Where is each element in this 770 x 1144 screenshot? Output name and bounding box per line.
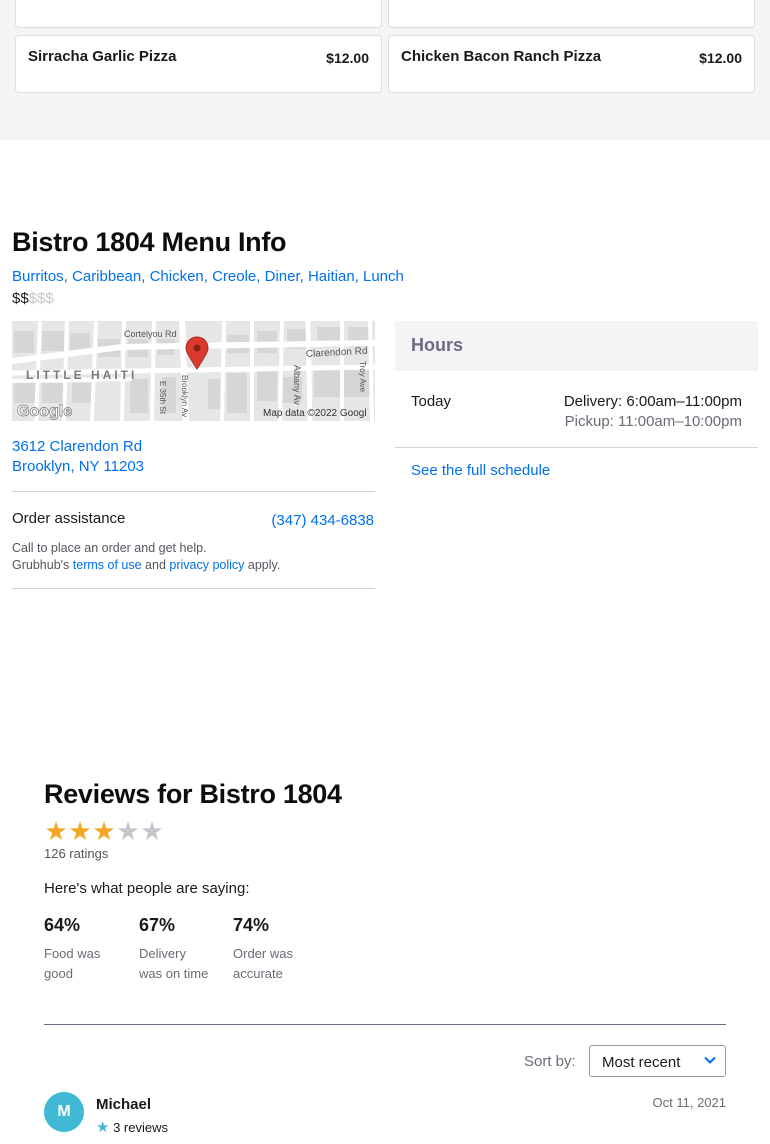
full-schedule-link[interactable]: See the full schedule — [411, 462, 550, 479]
menu-items-section: Sirracha Garlic Pizza $12.00 Chicken Bac… — [0, 0, 770, 140]
sort-value: Most recent — [602, 1054, 681, 1071]
menu-info-title: Bistro 1804 Menu Info — [12, 227, 287, 257]
menu-item-name: Sirracha Garlic Pizza — [28, 48, 177, 65]
privacy-policy-link[interactable]: privacy policy — [169, 558, 244, 572]
map-label-neighborhood: LITTLE HAITI — [26, 368, 137, 382]
menu-item-price: $12.00 — [326, 50, 369, 66]
hours-today-label: Today — [411, 393, 452, 410]
stat-label: Order was accurate — [233, 946, 293, 981]
menu-item-card[interactable]: Chicken Bacon Ranch Pizza $12.00 — [388, 35, 755, 93]
menu-item-card[interactable]: Sirracha Garlic Pizza $12.00 — [15, 35, 382, 93]
terms-of-use-link[interactable]: terms of use — [73, 558, 142, 572]
chevron-down-icon — [704, 1056, 716, 1064]
phone-link[interactable]: (347) 434-6838 — [271, 512, 374, 529]
stat-delivery: 67% Delivery was on time — [139, 915, 219, 984]
hours-header: Hours — [395, 321, 758, 371]
stat-percent: 67% — [139, 915, 176, 935]
reviews-summary-label: Here's what people are saying: — [44, 880, 250, 897]
legal-text: Grubhub's terms of use and privacy polic… — [12, 558, 280, 572]
map-label-e35: E 35th St — [158, 381, 167, 415]
map-label-cortelyou: Cortelyou Rd — [124, 329, 177, 339]
rating-count: 126 ratings — [44, 846, 109, 861]
price-level: $$$$$ — [12, 290, 54, 307]
menu-item-card[interactable] — [388, 0, 755, 28]
star-icon: ★ — [140, 816, 164, 846]
divider — [12, 588, 375, 589]
star-icon: ★ — [68, 816, 92, 846]
hours-heading: Hours — [411, 335, 464, 355]
stat-label: Food was good — [44, 946, 101, 981]
hours-pickup: Pickup: 11:00am–10:00pm — [564, 413, 742, 430]
divider — [395, 447, 758, 448]
avatar: M — [44, 1092, 84, 1132]
reviewer-name[interactable]: Michael — [96, 1096, 151, 1113]
divider — [44, 1024, 726, 1025]
address-line-2[interactable]: Brooklyn, NY 11203 — [12, 458, 144, 475]
stat-label: Delivery was on time — [139, 946, 209, 981]
star-icon: ★ — [92, 816, 116, 846]
map-label-albany: Albany Av — [292, 365, 302, 405]
star-icon: ★ — [96, 1119, 110, 1136]
rating-stars: ★ ★ ★ ★ ★ — [44, 817, 164, 845]
cuisine-links[interactable]: Burritos, Caribbean, Chicken, Creole, Di… — [12, 268, 404, 285]
map-attribution: Map data ©2022 Googl — [263, 408, 367, 419]
legal-prefix: Grubhub's — [12, 558, 70, 572]
map-label-brooklyn: Brooklyn Av — [180, 375, 189, 417]
map-google-logo: Google — [17, 403, 72, 420]
address-line-1[interactable]: 3612 Clarendon Rd — [12, 438, 142, 455]
stat-percent: 74% — [233, 915, 270, 935]
location-map[interactable]: Cortelyou Rd Clarendon Rd LITTLE HAITI E… — [12, 321, 375, 421]
menu-item-card[interactable] — [15, 0, 382, 28]
divider — [12, 491, 375, 492]
sort-select[interactable]: Most recent — [589, 1045, 726, 1077]
order-assistance-label: Order assistance — [12, 510, 126, 527]
reviewer-meta: ★ 3 reviews — [96, 1118, 168, 1136]
hours-delivery: Delivery: 6:00am–11:00pm — [563, 393, 742, 410]
menu-item-name: Chicken Bacon Ranch Pizza — [401, 48, 602, 65]
stat-accuracy: 74% Order was accurate — [233, 915, 313, 984]
price-level-active: $$ — [12, 290, 29, 307]
sort-label: Sort by: — [524, 1053, 576, 1070]
star-icon: ★ — [44, 816, 68, 846]
legal-suffix: apply. — [247, 558, 281, 572]
review-date: Oct 11, 2021 — [652, 1095, 726, 1110]
stat-food: 64% Food was good — [44, 915, 124, 984]
map-label-troy: Troy Ave — [358, 361, 367, 393]
menu-item-price: $12.00 — [699, 50, 742, 66]
reviewer-review-count: 3 reviews — [113, 1120, 168, 1135]
star-icon: ★ — [116, 816, 140, 846]
legal-and: and — [145, 558, 166, 572]
map-graphic: Cortelyou Rd Clarendon Rd LITTLE HAITI E… — [12, 321, 375, 421]
price-level-inactive: $$$ — [28, 290, 54, 307]
stat-percent: 64% — [44, 915, 81, 935]
help-text: Call to place an order and get help. — [12, 541, 207, 555]
reviews-title: Reviews for Bistro 1804 — [44, 779, 342, 809]
